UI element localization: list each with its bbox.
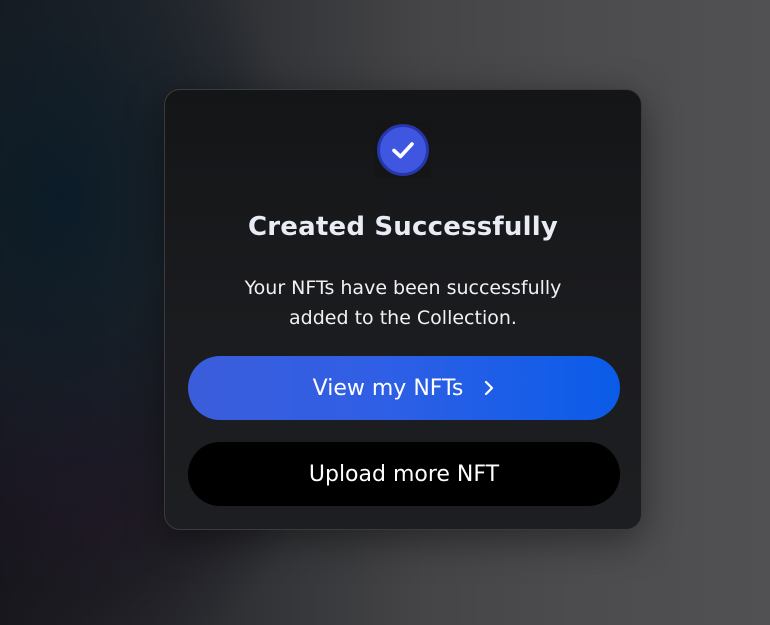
check-circle-icon (377, 124, 429, 176)
upload-more-nft-label: Upload more NFT (308, 461, 500, 487)
upload-more-nft-button[interactable]: Upload more NFT (188, 442, 620, 506)
success-dialog: Created Successfully Your NFTs have been… (164, 89, 642, 530)
chevron-right-icon (483, 379, 495, 397)
status-icon-container (375, 122, 431, 178)
checkmark-icon (392, 142, 414, 159)
view-my-nfts-button[interactable]: View my NFTs (188, 356, 620, 420)
dialog-title: Created Successfully (247, 212, 559, 242)
view-my-nfts-label: View my NFTs (312, 375, 464, 401)
dialog-message: Your NFTs have been successfully added t… (244, 277, 562, 329)
